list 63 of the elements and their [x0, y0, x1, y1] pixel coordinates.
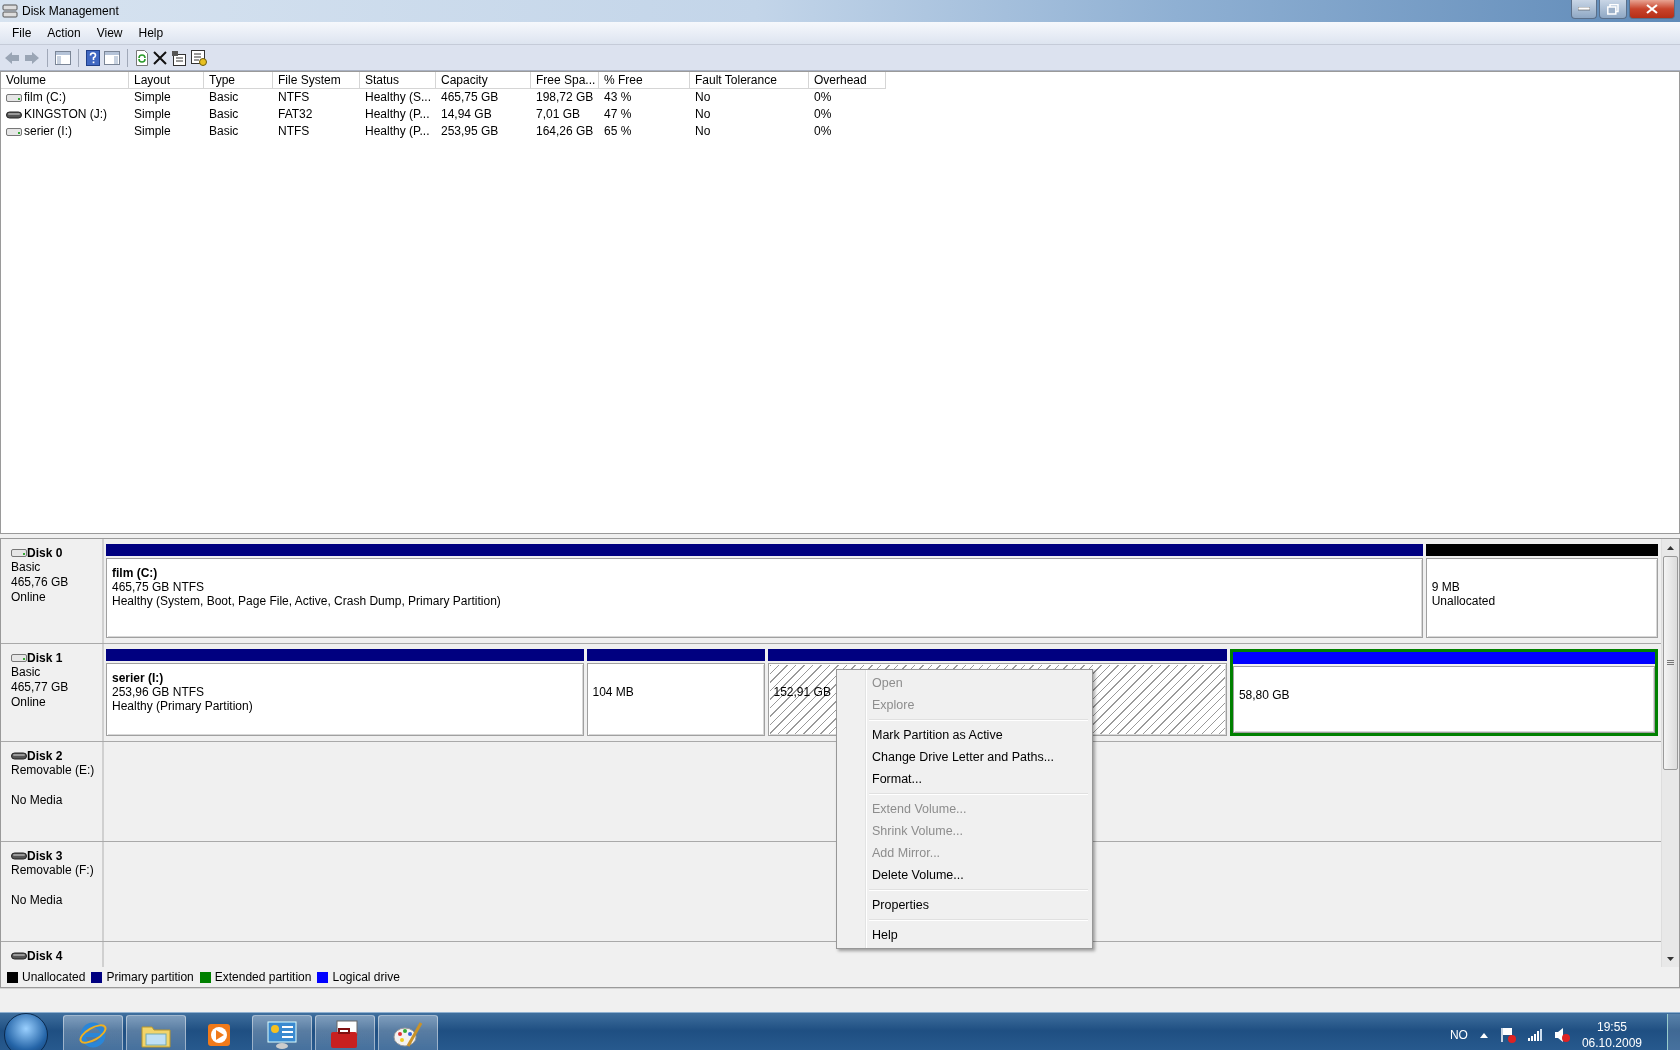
table-cell: NTFS: [278, 89, 310, 106]
table-cell: 253,95 GB: [441, 123, 499, 140]
disk-size: 465,77 GB: [11, 680, 69, 694]
partition-status: Unallocated: [1431, 594, 1496, 608]
disk-name: Disk 4: [27, 948, 63, 963]
table-cell: 43 %: [604, 89, 632, 106]
table-cell: 198,72 GB: [536, 89, 594, 106]
table-cell: KINGSTON (J:): [24, 106, 108, 123]
table-cell: 164,26 GB: [536, 123, 594, 140]
disk-status: Online: [11, 590, 46, 604]
partition-size: 253,96 GB NTFS: [112, 685, 205, 699]
disk-status: No Media: [11, 793, 63, 807]
table-cell: No: [695, 106, 711, 123]
partition-status: Healthy (System, Boot, Page File, Active, Crash Dump, Primary Partition): [112, 594, 501, 608]
table-cell: Basic: [209, 123, 239, 140]
disk-name: Disk 3: [27, 848, 63, 863]
legend-label: Extended partition: [214, 970, 312, 984]
partition-status: Healthy (Primary Partition): [112, 699, 253, 713]
window-title: Disk Management: [22, 4, 119, 18]
table-cell: 0%: [814, 123, 832, 140]
date-text: 06.10.2009: [1581, 1035, 1642, 1050]
table-cell: 47 %: [604, 106, 632, 123]
table-cell: No: [695, 123, 711, 140]
disk-name: Disk 2: [27, 748, 63, 763]
table-cell: Simple: [134, 89, 171, 106]
disk-type: Removable (F:): [11, 863, 94, 877]
disk-type: Basic: [11, 665, 41, 679]
legend-label: Primary partition: [106, 970, 194, 984]
table-cell: 7,01 GB: [536, 106, 581, 123]
partition-name: film (C:): [112, 566, 158, 580]
partition-name: serier (I:): [112, 671, 164, 685]
table-cell: Basic: [209, 106, 239, 123]
table-cell: Healthy (P...: [365, 106, 430, 123]
table-cell: 465,75 GB: [441, 89, 499, 106]
table-cell: film (C:): [24, 89, 66, 106]
table-cell: 65 %: [604, 123, 632, 140]
table-cell: FAT32: [278, 106, 313, 123]
disk-name: Disk 0: [27, 545, 63, 560]
table-cell: serier (I:): [24, 123, 72, 140]
partition-size: 152,91 GB: [773, 685, 831, 699]
partition-size: 104 MB: [592, 685, 634, 699]
table-cell: Simple: [134, 106, 171, 123]
table-cell: Basic: [209, 89, 239, 106]
partition-size: 465,75 GB NTFS: [112, 580, 205, 594]
disk-size: 465,76 GB: [11, 575, 69, 589]
table-cell: Healthy (S...: [365, 89, 432, 106]
table-cell: Simple: [134, 123, 171, 140]
disk-name: Disk 1: [27, 650, 63, 665]
partition-size: 9 MB: [1431, 580, 1460, 594]
legend-label: Unallocated: [22, 970, 86, 984]
partition-size: 58,80 GB: [1238, 688, 1290, 702]
table-cell: Healthy (P...: [365, 123, 430, 140]
table-cell: 0%: [814, 106, 832, 123]
table-cell: 14,94 GB: [441, 106, 492, 123]
disk-status: No Media: [11, 893, 63, 907]
legend-label: Logical drive: [332, 970, 400, 984]
table-cell: No: [695, 89, 711, 106]
table-cell: NTFS: [278, 123, 310, 140]
disk-type: Removable (E:): [11, 763, 95, 777]
disk-type: Basic: [11, 560, 41, 574]
disk-status: Online: [11, 695, 46, 709]
table-cell: 0%: [814, 89, 832, 106]
time-text: 19:55: [1596, 1019, 1627, 1035]
